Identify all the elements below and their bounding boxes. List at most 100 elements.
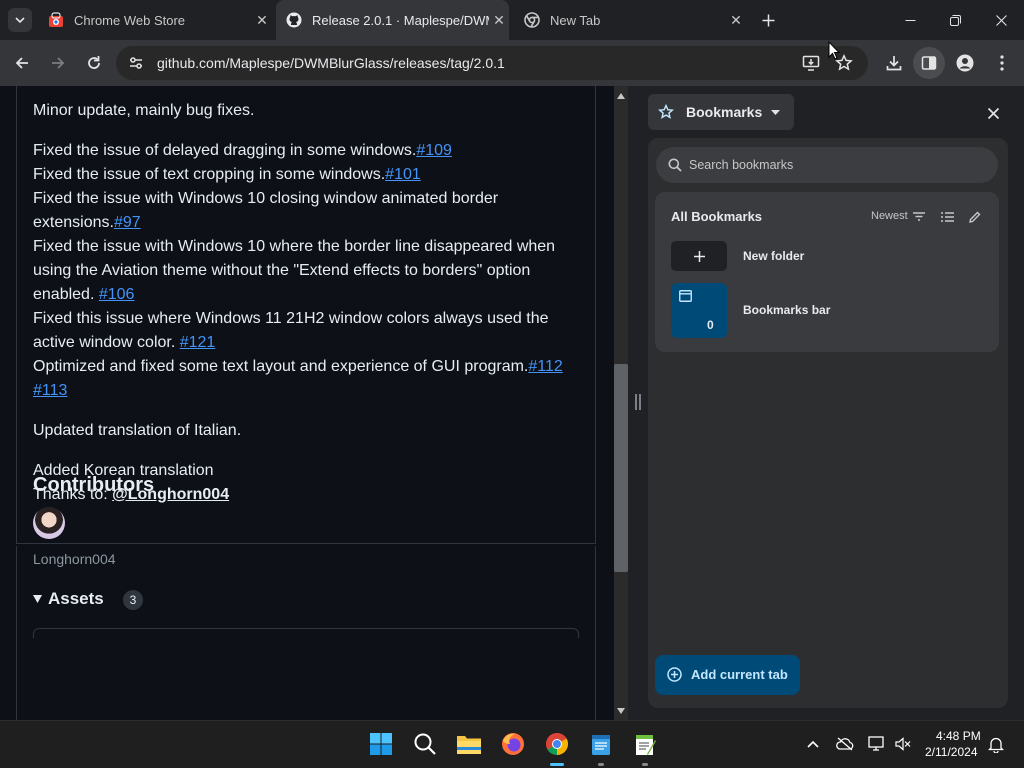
view-toggle-button[interactable] <box>937 207 957 227</box>
notepad-plus-running-indicator <box>642 763 648 766</box>
tab-new-tab[interactable]: New Tab ✕ <box>514 0 746 40</box>
tab-release[interactable]: Release 2.0.1 · Maplespe/DWMBlurGlass ✕ <box>276 0 509 40</box>
url-text[interactable]: github.com/Maplespe/DWMBlurGlass/release… <box>157 55 505 71</box>
taskbar-notepad-plus[interactable] <box>631 730 659 758</box>
tab-search-button[interactable] <box>8 8 32 32</box>
windows-logo-icon <box>370 733 392 755</box>
bookmarks-bar-folder[interactable] <box>671 283 727 338</box>
show-hidden-icons-button[interactable] <box>799 730 827 758</box>
close-tab-button[interactable]: ✕ <box>726 12 746 29</box>
firefox-icon <box>502 733 524 755</box>
close-window-button[interactable] <box>978 0 1024 40</box>
taskbar-firefox[interactable] <box>499 730 527 758</box>
reload-button[interactable] <box>82 51 106 75</box>
downloads-button[interactable] <box>882 51 906 75</box>
profile-button[interactable] <box>953 51 977 75</box>
reload-icon <box>88 56 100 69</box>
close-tab-button[interactable]: ✕ <box>489 12 509 29</box>
tab-chrome-web-store[interactable]: Chrome Web Store ✕ <box>40 0 272 40</box>
menu-button[interactable] <box>990 51 1014 75</box>
edit-button[interactable] <box>965 207 985 227</box>
new-folder-button[interactable] <box>671 241 727 271</box>
search-icon <box>668 158 682 172</box>
start-button[interactable] <box>367 730 395 758</box>
contributor-name[interactable]: Longhorn004 <box>33 551 116 567</box>
scrollbar-thumb[interactable] <box>614 364 628 572</box>
taskbar-notepad[interactable] <box>587 730 615 758</box>
issue-link[interactable]: #97 <box>114 214 141 231</box>
bookmarks-bar-count: 0 <box>707 318 714 332</box>
assets-list <box>33 628 579 638</box>
arrow-left-icon <box>15 57 28 69</box>
volume-tray-icon[interactable] <box>889 730 917 758</box>
side-panel-button[interactable] <box>913 47 945 79</box>
clock-date[interactable]: 2/11/2024 <box>925 745 978 759</box>
triangle-down-icon <box>33 595 42 603</box>
close-icon <box>995 14 1007 26</box>
contributor-avatar[interactable] <box>33 507 65 539</box>
network-tray-icon[interactable] <box>863 730 891 758</box>
tune-icon <box>130 57 142 69</box>
minimize-icon <box>905 19 915 21</box>
issue-link[interactable]: #106 <box>99 286 135 303</box>
bookmarks-bar-label[interactable]: Bookmarks bar <box>743 303 830 317</box>
scroll-down-arrow-icon[interactable] <box>617 708 625 714</box>
forward-button[interactable] <box>46 51 70 75</box>
volume-muted-icon <box>895 737 911 751</box>
site-info-button[interactable] <box>124 51 148 75</box>
clock-time[interactable]: 4:48 PM <box>936 729 981 743</box>
close-side-panel-button[interactable] <box>981 101 1005 125</box>
issue-link[interactable]: #112 <box>528 358 562 375</box>
issue-link[interactable]: #109 <box>416 142 452 159</box>
side-panel-resize-handle[interactable] <box>628 86 648 720</box>
taskbar-file-explorer[interactable] <box>455 730 483 758</box>
restore-button[interactable] <box>933 0 977 40</box>
pencil-icon <box>969 211 981 223</box>
new-folder-label[interactable]: New folder <box>743 249 804 263</box>
chrome-web-store-icon <box>48 12 64 28</box>
release-summary: Minor update, mainly bug fixes. <box>33 102 255 119</box>
scroll-up-arrow-icon[interactable] <box>617 93 625 99</box>
tab-title: New Tab <box>550 12 601 28</box>
list-view-icon <box>940 212 954 222</box>
cloud-off-icon <box>836 737 854 751</box>
drag-handle-icon <box>635 394 641 410</box>
notepad-plus-icon <box>636 735 656 755</box>
github-icon <box>286 12 302 28</box>
notepad-running-indicator <box>598 763 604 766</box>
install-icon <box>802 55 820 71</box>
add-circle-icon <box>667 667 682 682</box>
taskbar-chrome[interactable] <box>543 730 571 758</box>
filter-icon <box>913 212 925 221</box>
bell-icon <box>988 737 1004 753</box>
arrow-right-icon <box>52 57 65 69</box>
issue-link[interactable]: #101 <box>385 166 421 183</box>
close-tab-button[interactable]: ✕ <box>252 12 272 29</box>
taskbar-search-button[interactable] <box>411 730 439 758</box>
tab-strip: Chrome Web Store ✕ Release 2.0.1 · Maple… <box>0 0 1024 40</box>
side-panel-icon <box>921 56 937 70</box>
caret-down-icon <box>771 110 780 115</box>
fix-text: Optimized and fixed some text layout and… <box>33 358 529 375</box>
install-app-button[interactable] <box>799 51 823 75</box>
notifications-button[interactable] <box>982 730 1010 758</box>
search-placeholder: Search bookmarks <box>689 158 794 172</box>
chevron-down-icon <box>15 17 25 24</box>
onedrive-tray-icon[interactable] <box>831 730 859 758</box>
fix-text: Fixed this issue where Windows 11 21H2 w… <box>33 310 549 351</box>
download-icon <box>886 56 902 71</box>
add-current-tab-label: Add current tab <box>691 667 788 682</box>
assets-heading: Assets <box>48 589 104 608</box>
minimize-button[interactable] <box>888 0 932 40</box>
fix-text: Fixed the issue of text cropping in some… <box>33 166 386 183</box>
translation-note: Updated translation of Italian. <box>33 422 242 439</box>
issue-link[interactable]: #121 <box>180 334 216 351</box>
issue-link[interactable]: #113 <box>33 382 67 399</box>
back-button[interactable] <box>10 51 34 75</box>
fix-text: Fixed the issue with Windows 10 closing … <box>33 190 499 231</box>
notepad-icon <box>592 735 610 755</box>
assets-toggle[interactable]: Assets <box>33 589 123 611</box>
tab-title: Chrome Web Store <box>74 12 186 28</box>
new-tab-button[interactable] <box>756 8 780 32</box>
restore-icon <box>949 14 961 26</box>
